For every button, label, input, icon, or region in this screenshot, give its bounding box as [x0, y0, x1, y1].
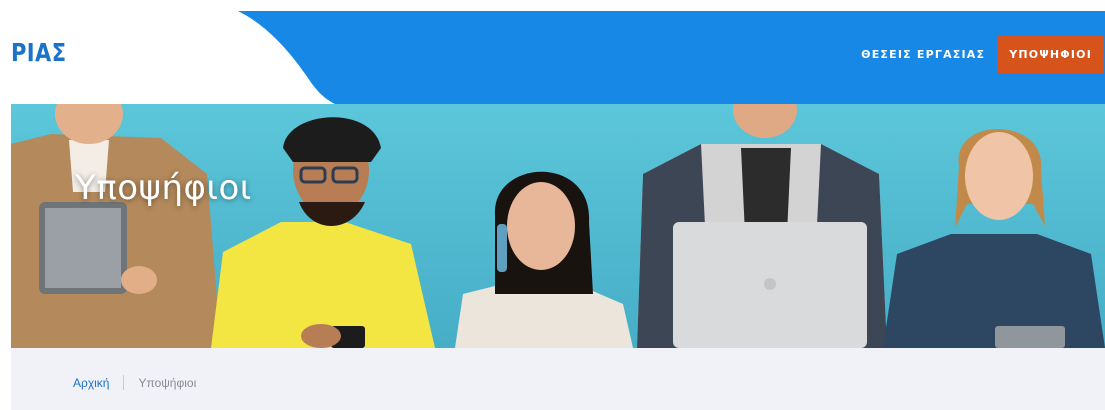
breadcrumb: Αρχική Υποψήφιοι: [73, 375, 196, 390]
hero-banner: Υποψήφιοι: [11, 104, 1105, 348]
hero-photo: [11, 104, 1105, 348]
breadcrumb-home-link[interactable]: Αρχική: [73, 376, 109, 390]
breadcrumb-separator: [123, 375, 125, 390]
breadcrumb-current: Υποψήφιοι: [138, 375, 197, 390]
site-header: ΡΙΑΣ ΘΕΣΕΙΣ ΕΡΓΑΣΙΑΣ ΥΠΟΨΗΦΙΟΙ: [0, 0, 1105, 104]
page-title: Υποψήφιοι: [75, 168, 252, 208]
main-nav: ΘΕΣΕΙΣ ΕΡΓΑΣΙΑΣ ΥΠΟΨΗΦΙΟΙ: [849, 36, 1104, 73]
nav-item-candidates[interactable]: ΥΠΟΨΗΦΙΟΙ: [997, 36, 1104, 73]
nav-item-jobs[interactable]: ΘΕΣΕΙΣ ΕΡΓΑΣΙΑΣ: [849, 36, 997, 73]
site-logo[interactable]: ΡΙΑΣ: [11, 38, 66, 67]
breadcrumb-bar: Αρχική Υποψήφιοι: [11, 348, 1105, 410]
